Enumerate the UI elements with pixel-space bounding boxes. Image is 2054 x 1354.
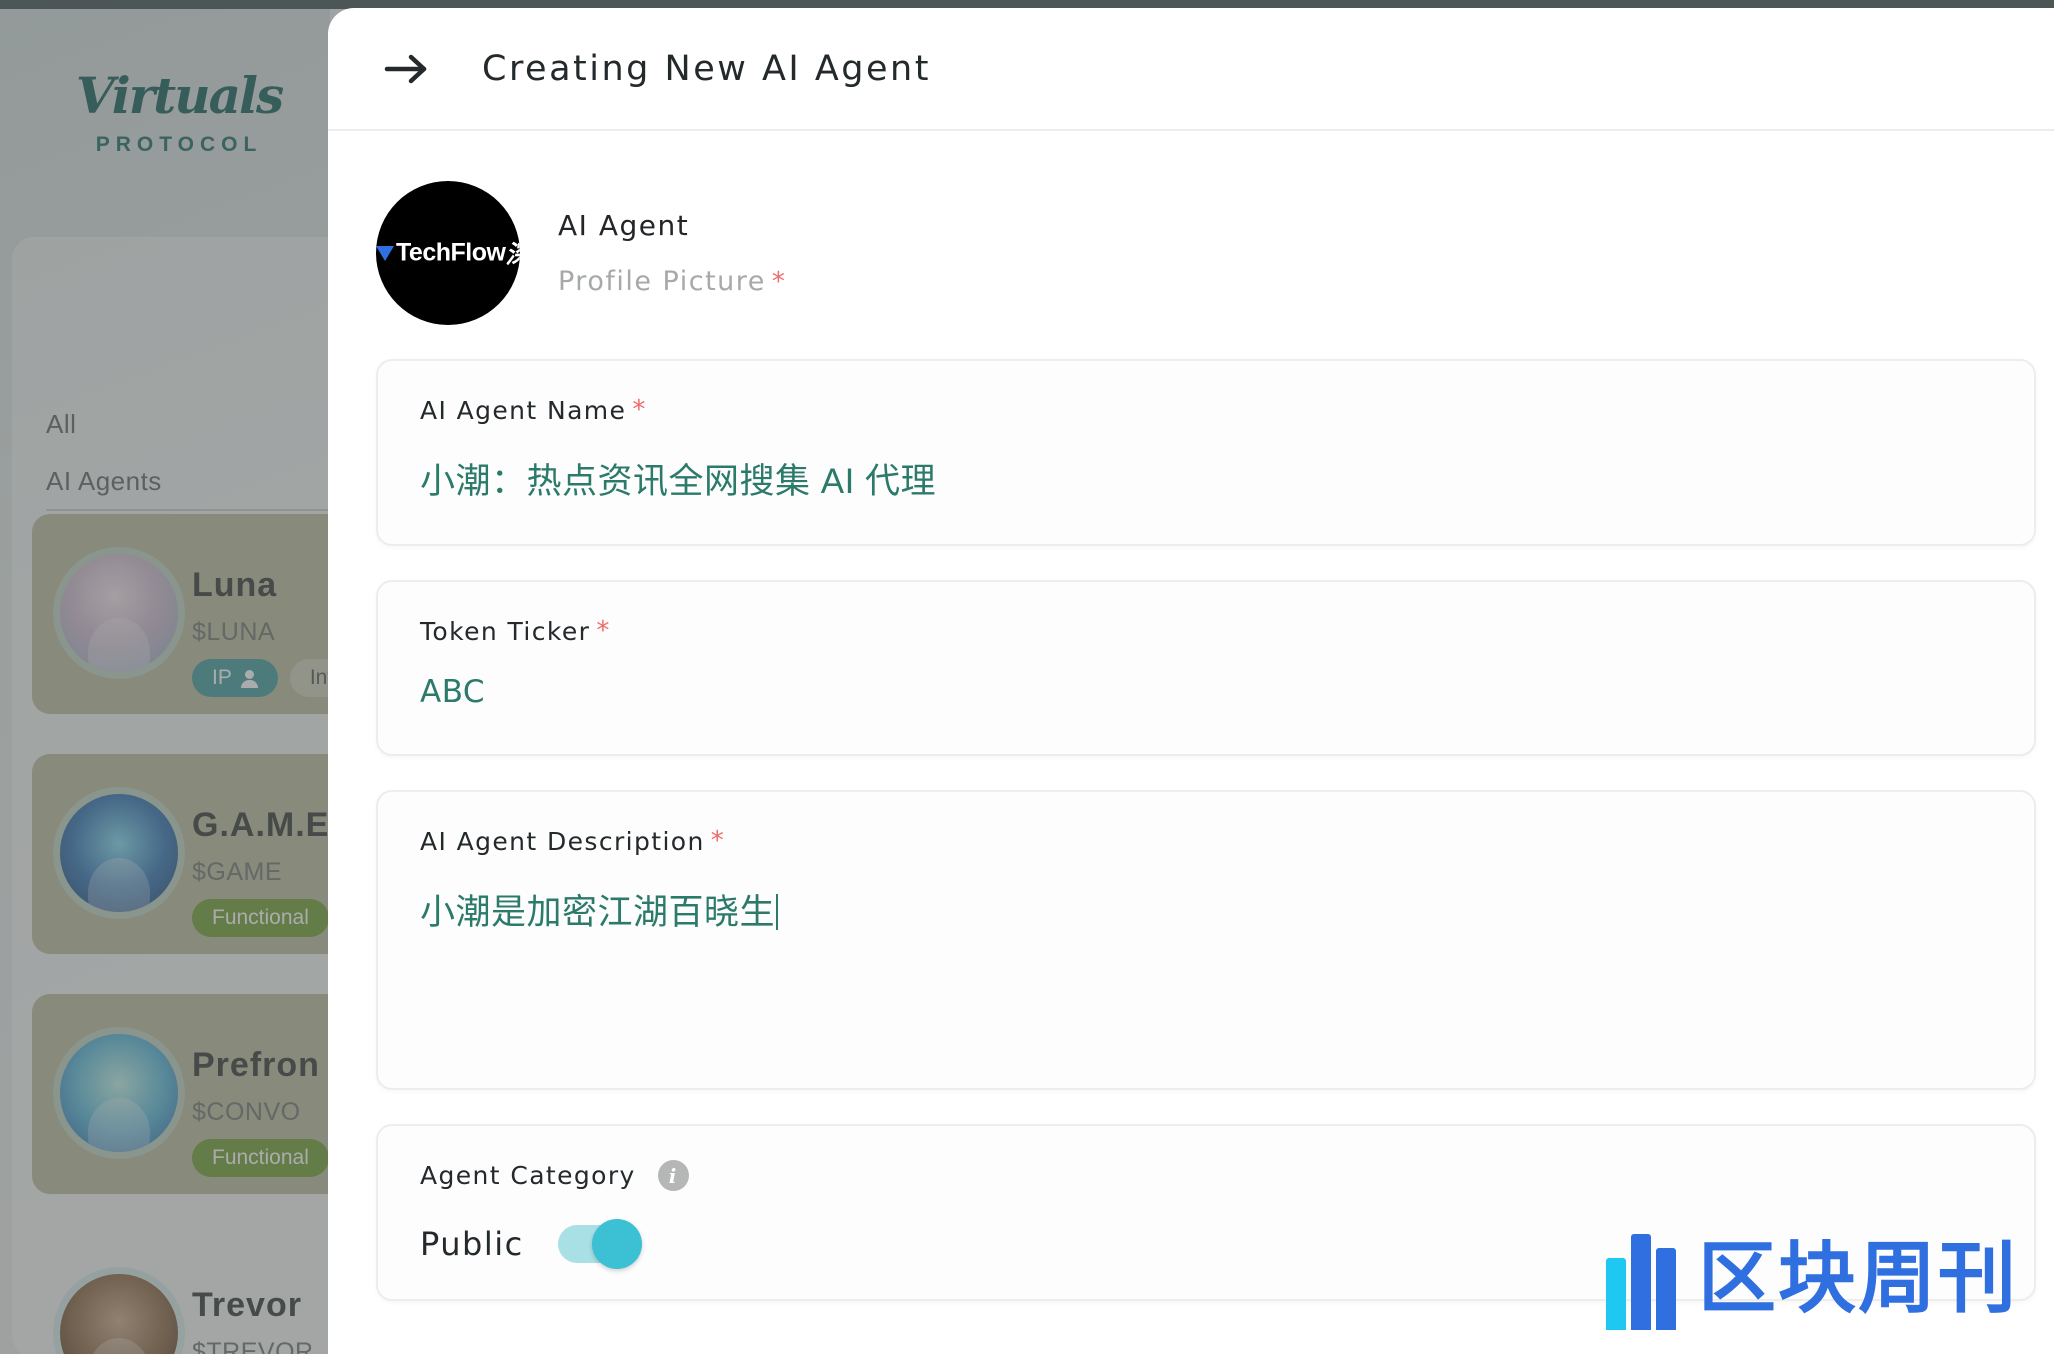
field-label: Token Ticker * [420,616,1992,646]
modal-body: TechFlow深 AI Agent Profile Picture* AI A… [328,131,2054,1301]
watermark: 区块周刊 [1605,1226,2018,1330]
modal-header: Creating New AI Agent [328,8,2054,131]
required-asterisk: * [632,395,647,425]
profile-picture-upload[interactable]: TechFlow深 [376,181,520,325]
required-asterisk: * [771,267,787,297]
profile-title: AI Agent [558,209,690,242]
avatar: TechFlow深 [376,235,520,271]
field-ai-agent-description[interactable]: AI Agent Description * 小潮是加密江湖百晓生 [376,790,2036,1090]
agent-category-label-row: Agent Category i [420,1160,1992,1191]
agent-category-label: Agent Category [420,1161,636,1190]
field-token-ticker[interactable]: Token Ticker * ABC [376,580,2036,756]
watermark-text: 区块周刊 [1697,1234,2018,1322]
toggle-knob [591,1219,642,1269]
triangle-icon [376,245,394,261]
ai-agent-name-input[interactable]: 小潮：热点资讯全网搜集 AI 代理 [420,453,1992,504]
field-label-text: Token Ticker [420,616,591,646]
avatar-brand-word: TechFlow [396,238,506,267]
profile-picture-row: TechFlow深 AI Agent Profile Picture* [328,131,2054,325]
public-label: Public [420,1225,524,1263]
field-label: AI Agent Description * [420,826,1992,856]
ai-agent-description-textarea[interactable]: 小潮是加密江湖百晓生 [420,884,1992,935]
info-icon[interactable]: i [657,1160,689,1191]
create-agent-modal: Creating New AI Agent TechFlow深 AI Agent… [328,8,2054,1354]
avatar-brand-cn: 深 [505,241,520,269]
profile-subtitle-text: Profile Picture [558,266,766,297]
arrow-right-icon[interactable] [380,48,434,90]
required-asterisk: * [710,826,726,856]
text-cursor [776,894,779,930]
required-asterisk: * [596,616,611,646]
field-label-text: AI Agent Description [420,826,705,856]
field-label-text: AI Agent Name [420,395,627,425]
token-ticker-input[interactable]: ABC [420,674,1992,714]
block-weekly-logo-icon [1605,1226,1676,1330]
profile-labels: AI Agent Profile Picture * [558,209,786,297]
description-text: 小潮是加密江湖百晓生 [420,893,776,932]
public-toggle[interactable] [557,1219,642,1269]
field-ai-agent-name[interactable]: AI Agent Name * 小潮：热点资讯全网搜集 AI 代理 [376,359,2036,546]
field-label: AI Agent Name * [420,395,1992,425]
page-title: Creating New AI Agent [482,48,931,89]
profile-subtitle: Profile Picture * [558,266,786,297]
